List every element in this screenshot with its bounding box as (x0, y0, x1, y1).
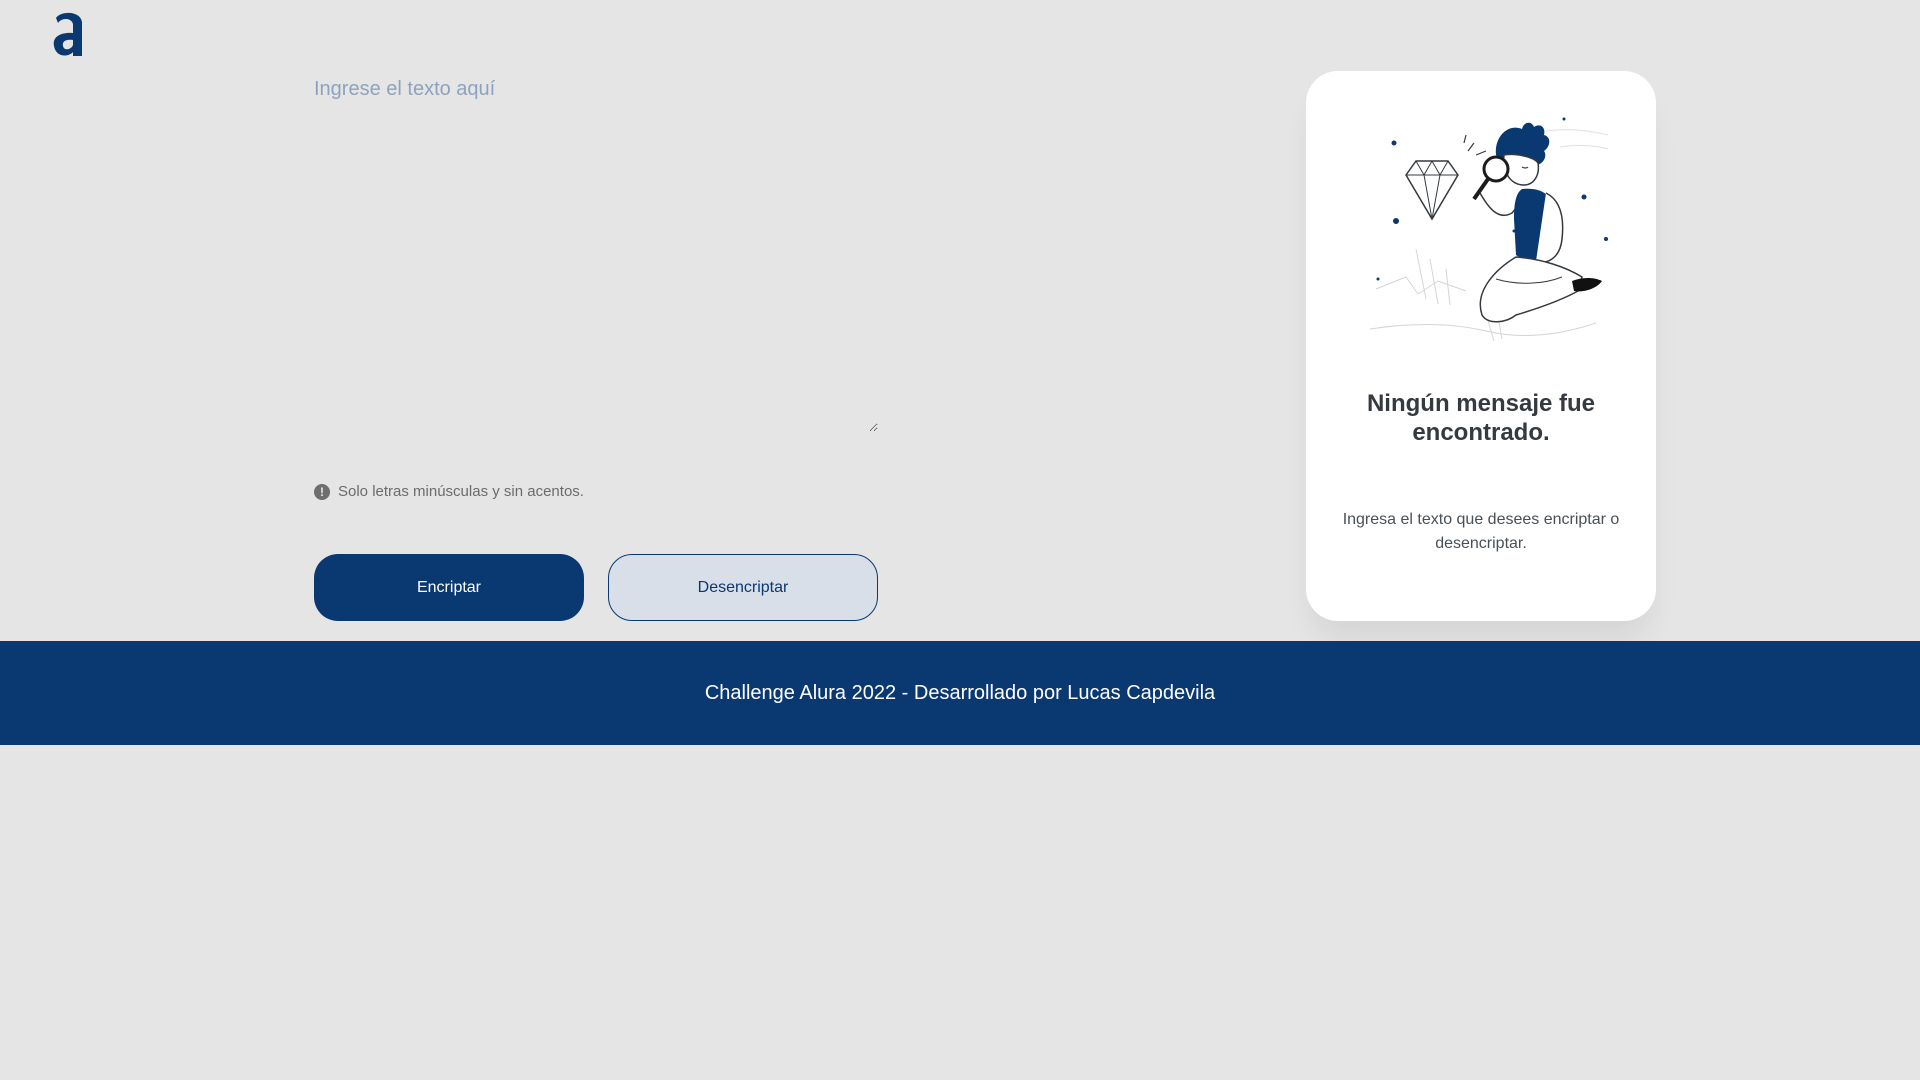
encrypt-button[interactable]: Encriptar (314, 554, 584, 621)
result-title: Ningún mensaje fue encontrado. (1366, 390, 1596, 446)
result-description: Ingresa el texto que desees encriptar o … (1342, 511, 1620, 552)
input-hint: ! Solo letras minúsculas y sin acentos. (314, 483, 584, 500)
person-with-magnifier-and-diamond-illustration (1369, 117, 1609, 342)
message-input[interactable] (314, 78, 878, 432)
page: ! Solo letras minúsculas y sin acentos. … (0, 0, 1920, 1080)
footer-credits: Challenge Alura 2022 - Desarrollado por … (704, 681, 1216, 704)
footer: Challenge Alura 2022 - Desarrollado por … (0, 641, 1920, 745)
result-card: Ningún mensaje fue encontrado. Ingresa e… (1306, 71, 1656, 621)
alura-logo-icon[interactable] (50, 8, 90, 60)
info-icon: ! (314, 483, 330, 500)
decrypt-button[interactable]: Desencriptar (608, 554, 878, 621)
hint-text: Solo letras minúsculas y sin acentos. (338, 483, 584, 500)
